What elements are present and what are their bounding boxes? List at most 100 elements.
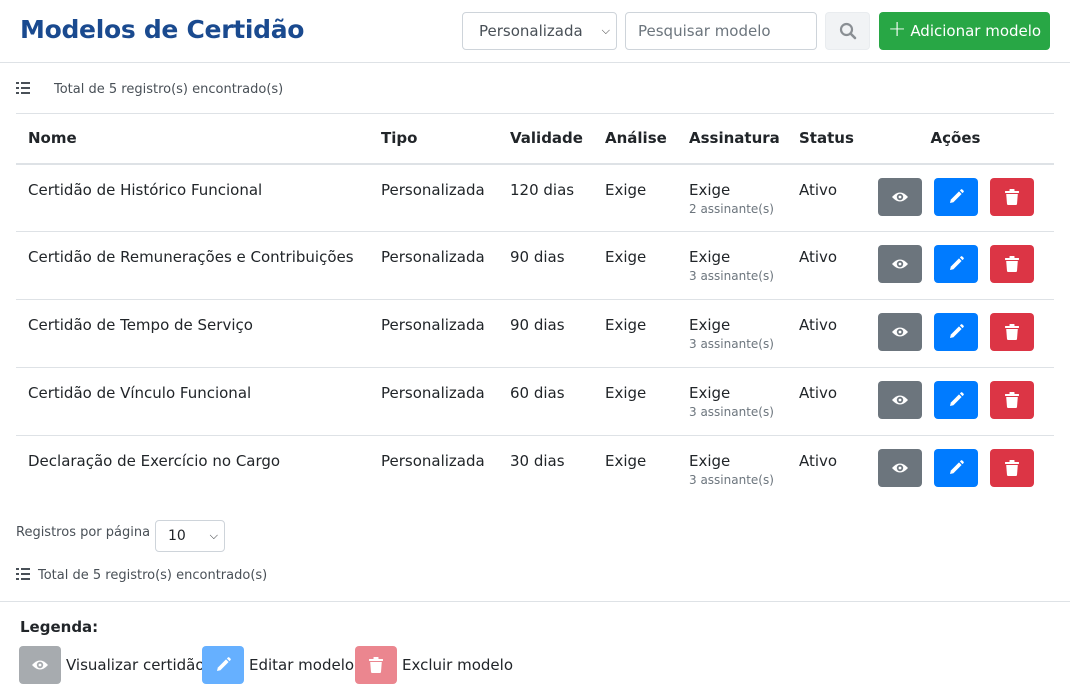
- cell-assinatura: Exige 3 assinante(s): [677, 299, 787, 368]
- cell-status: Ativo: [799, 452, 838, 470]
- plus-icon: +: [887, 17, 907, 42]
- eye-icon: [891, 395, 908, 405]
- legend-delete: Excluir modelo: [355, 646, 513, 684]
- cell-nome: Certidão de Remunerações e Contribuições: [16, 231, 369, 300]
- cell-nome: Declaração de Exercício no Cargo: [28, 452, 281, 470]
- cell-acoes: [857, 299, 1054, 368]
- cell-assinatura: Exige 3 assinante(s): [677, 436, 787, 504]
- assinantes-count: 3 assinante(s): [689, 269, 774, 283]
- add-model-button[interactable]: + Adicionar modelo: [879, 12, 1050, 50]
- legend: Legenda: Visualizar certidão Editar mode…: [0, 601, 1070, 700]
- trash-icon: [1004, 392, 1019, 408]
- col-status: Status: [787, 113, 857, 165]
- delete-button[interactable]: [989, 313, 1034, 351]
- chevron-down-icon: ⌵: [601, 24, 610, 37]
- delete-button[interactable]: [989, 381, 1034, 419]
- cell-acoes: [857, 367, 1054, 436]
- cell-nome: Certidão de Histórico Funcional: [16, 163, 369, 232]
- type-filter-value: Personalizada: [479, 22, 583, 40]
- cell-acoes: [857, 163, 1054, 232]
- page-title: Modelos de Certidão: [20, 15, 305, 44]
- trash-icon: [1004, 324, 1019, 340]
- add-model-label: Adicionar modelo: [910, 22, 1042, 40]
- cell-nome: Certidão de Vínculo Funcional: [16, 367, 369, 436]
- type-filter-select[interactable]: Personalizada ⌵: [462, 12, 617, 50]
- edit-button[interactable]: [933, 313, 978, 351]
- cell-validade: 30 dias: [510, 452, 565, 470]
- search-icon: [839, 22, 856, 40]
- legend-edit-label: Editar modelo: [249, 656, 355, 674]
- delete-button[interactable]: [989, 245, 1034, 283]
- edit-button[interactable]: [933, 381, 978, 419]
- pencil-icon: [949, 324, 964, 338]
- view-button[interactable]: [877, 177, 922, 216]
- delete-button[interactable]: [989, 449, 1034, 487]
- eye-icon: [891, 259, 908, 269]
- per-page-select[interactable]: 10 ⌵: [155, 520, 225, 552]
- col-acoes: Ações: [857, 113, 1054, 165]
- chevron-down-icon: ⌵: [209, 529, 218, 542]
- pencil-icon: [217, 657, 231, 671]
- cell-status: Ativo: [787, 367, 857, 436]
- table-header-row: Nome Tipo Validade Análise Assinatura St…: [16, 113, 1054, 165]
- assinatura-value: Exige: [689, 384, 731, 402]
- legend-title: Legenda:: [20, 618, 99, 636]
- table-row: Certidão de Tempo de Serviço Personalizad…: [16, 299, 1054, 368]
- legend-edit-swatch: [202, 646, 244, 684]
- assinantes-count: 3 assinante(s): [689, 337, 774, 351]
- cell-validade: 120 dias: [498, 163, 593, 232]
- cell-validade: 60 dias: [498, 367, 593, 436]
- legend-edit: Editar modelo: [202, 646, 354, 684]
- cell-status: Ativo: [787, 163, 857, 232]
- pencil-icon: [949, 392, 964, 406]
- table-row: Declaração de Exercício no Cargo Personal…: [16, 436, 1054, 504]
- cell-tipo: Personalizada: [369, 163, 498, 232]
- assinatura-value: Exige: [689, 452, 731, 470]
- total-records-bottom: Total de 5 registro(s) encontrado(s): [16, 568, 267, 584]
- cell-acoes: [857, 231, 1054, 300]
- search-input[interactable]: [625, 12, 817, 50]
- table-row: Certidão de Vínculo Funcional Personaliza…: [16, 367, 1054, 436]
- pencil-icon: [949, 256, 964, 270]
- cell-tipo: Personalizada: [369, 299, 498, 368]
- col-validade: Validade: [498, 113, 593, 165]
- delete-button[interactable]: [989, 177, 1034, 216]
- eye-icon: [891, 192, 908, 201]
- eye-icon: [891, 463, 908, 473]
- col-analise: Análise: [593, 113, 677, 165]
- cell-assinatura: Exige 3 assinante(s): [677, 231, 787, 300]
- per-page-value: 10: [168, 528, 186, 544]
- assinatura-value: Exige: [689, 248, 731, 266]
- list-icon: [16, 82, 30, 94]
- cell-tipo: Personalizada: [381, 452, 485, 470]
- total-records-text: Total de 5 registro(s) encontrado(s): [54, 82, 284, 97]
- cell-tipo: Personalizada: [369, 231, 498, 300]
- edit-button[interactable]: [933, 245, 978, 283]
- view-button[interactable]: [877, 245, 922, 283]
- view-button[interactable]: [877, 381, 922, 419]
- cell-analise: Exige: [593, 163, 677, 232]
- cell-analise: Exige: [605, 452, 647, 470]
- table-row: Certidão de Remunerações e Contribuições…: [16, 231, 1054, 300]
- models-table: Nome Tipo Validade Análise Assinatura St…: [16, 113, 1054, 504]
- edit-button[interactable]: [933, 177, 978, 216]
- eye-icon: [32, 660, 48, 670]
- legend-view: Visualizar certidão: [19, 646, 205, 684]
- col-nome: Nome: [16, 113, 369, 165]
- cell-status: Ativo: [787, 299, 857, 368]
- view-button[interactable]: [877, 449, 922, 487]
- table-row: Certidão de Histórico Funcional Personali…: [16, 163, 1054, 232]
- view-button[interactable]: [877, 313, 922, 351]
- assinantes-count: 2 assinante(s): [689, 201, 774, 216]
- legend-view-swatch: [19, 646, 61, 684]
- legend-delete-label: Excluir modelo: [402, 656, 513, 674]
- search-button[interactable]: [825, 12, 870, 50]
- edit-button[interactable]: [933, 449, 978, 487]
- assinantes-count: 3 assinante(s): [689, 473, 774, 487]
- total-records-text: Total de 5 registro(s) encontrado(s): [38, 568, 268, 583]
- legend-delete-swatch: [355, 646, 397, 684]
- col-assinatura: Assinatura: [677, 113, 787, 165]
- cell-validade: 90 dias: [498, 299, 593, 368]
- assinatura-value: Exige: [689, 180, 731, 199]
- cell-acoes: [857, 436, 1054, 504]
